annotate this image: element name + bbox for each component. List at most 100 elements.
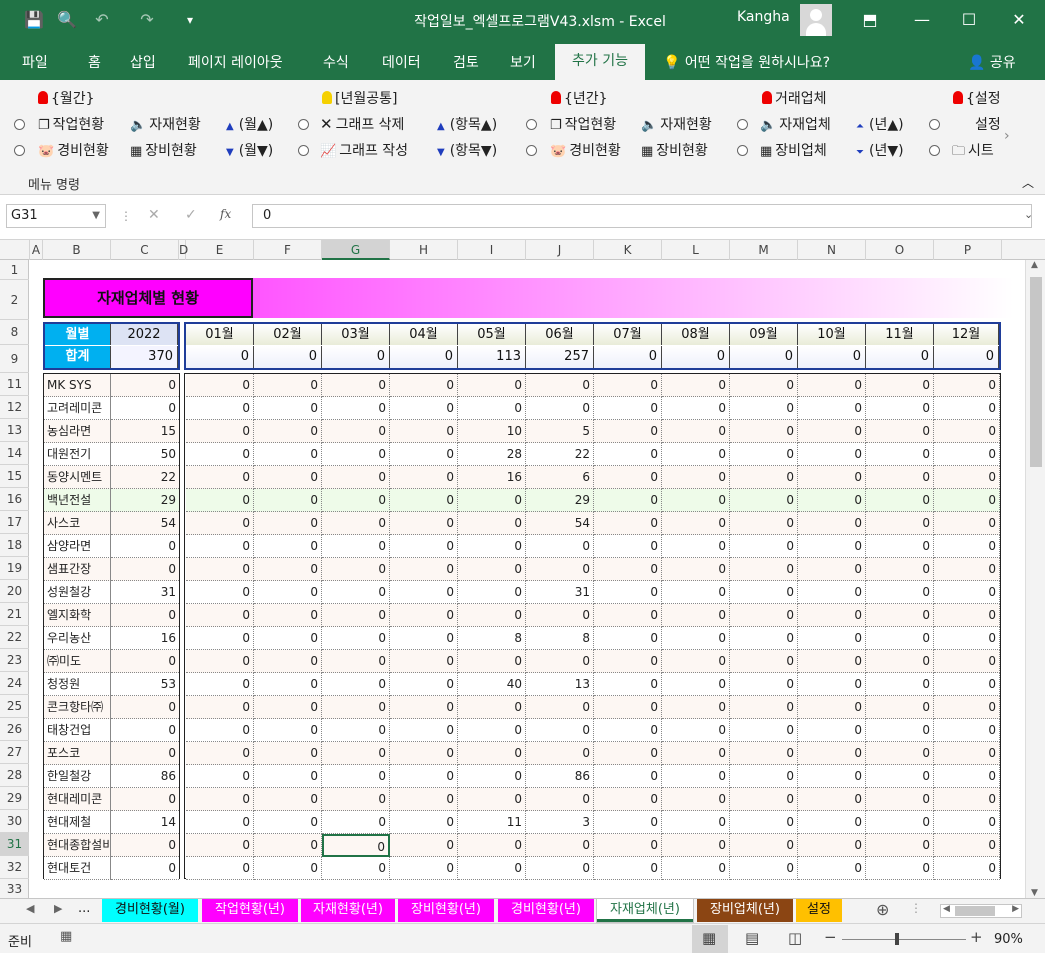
month-value[interactable]: 0 — [594, 466, 662, 489]
month-value[interactable]: 0 — [254, 512, 322, 535]
month-value[interactable]: 0 — [322, 719, 390, 742]
month-value[interactable]: 0 — [730, 742, 798, 765]
month-value[interactable]: 0 — [798, 535, 866, 558]
month-value[interactable]: 0 — [730, 397, 798, 420]
month-value[interactable]: 0 — [390, 627, 458, 650]
month-value[interactable]: 0 — [798, 512, 866, 535]
tab-home[interactable]: 홈 — [88, 52, 101, 72]
month-value[interactable]: 0 — [662, 466, 730, 489]
month-value[interactable]: 0 — [798, 374, 866, 397]
collapse-ribbon-icon[interactable]: ︿ — [1022, 174, 1034, 191]
minimize-icon[interactable]: — — [908, 6, 936, 34]
month-value[interactable]: 0 — [322, 535, 390, 558]
tell-me-search[interactable]: 💡 어떤 작업을 원하시나요? — [663, 52, 830, 72]
month-value[interactable]: 0 — [730, 788, 798, 811]
month-value[interactable]: 0 — [934, 742, 1000, 765]
material-vendors-button[interactable]: 🔈 자재업체 — [760, 114, 831, 134]
month-value[interactable]: 0 — [662, 765, 730, 788]
radio-option[interactable] — [298, 145, 309, 156]
column-header-i[interactable]: I — [458, 240, 526, 260]
month-value[interactable]: 0 — [730, 535, 798, 558]
select-all-corner[interactable] — [0, 240, 30, 260]
month-value[interactable]: 0 — [594, 489, 662, 512]
month-value[interactable]: 0 — [798, 627, 866, 650]
sheet-tab[interactable]: 자재현황(년) — [301, 899, 395, 922]
month-value[interactable]: 0 — [662, 627, 730, 650]
scrollbar-thumb[interactable] — [1030, 277, 1042, 467]
close-icon[interactable]: ✕ — [1005, 6, 1033, 34]
equipment-status-yearly-button[interactable]: ▦ 장비현황 — [641, 140, 708, 160]
row-header-30[interactable]: 30 — [0, 810, 29, 833]
month-value[interactable]: 0 — [662, 420, 730, 443]
ribbon-scroll-right-icon[interactable]: › — [1004, 128, 1010, 144]
month-value[interactable]: 0 — [662, 788, 730, 811]
month-value[interactable]: 0 — [730, 604, 798, 627]
tab-data[interactable]: 데이터 — [382, 52, 421, 72]
month-value[interactable]: 0 — [730, 811, 798, 834]
chevron-down-icon[interactable]: ▼ — [92, 205, 100, 227]
sheet-tab[interactable]: 경비현황(년) — [498, 899, 594, 922]
scroll-tabs-left-icon[interactable]: ◀ — [26, 902, 34, 915]
radio-option[interactable] — [526, 145, 537, 156]
row-header-14[interactable]: 14 — [0, 442, 29, 465]
month-value[interactable]: 0 — [186, 558, 254, 581]
expense-status-yearly-button[interactable]: 🐷 경비현황 — [550, 140, 621, 160]
expand-formula-icon[interactable]: ⌄ — [1024, 208, 1033, 221]
month-value[interactable]: 0 — [662, 581, 730, 604]
month-value[interactable]: 0 — [594, 512, 662, 535]
equipment-status-monthly-button[interactable]: ▦ 장비현황 — [130, 140, 197, 160]
month-value[interactable]: 0 — [390, 811, 458, 834]
month-value[interactable]: 0 — [390, 742, 458, 765]
month-value[interactable]: 0 — [798, 650, 866, 673]
cancel-icon[interactable]: ✕ — [148, 207, 160, 223]
month-value[interactable]: 0 — [458, 742, 526, 765]
month-value[interactable]: 0 — [322, 397, 390, 420]
month-value[interactable]: 0 — [866, 834, 934, 857]
month-value[interactable]: 0 — [254, 581, 322, 604]
month-value[interactable]: 0 — [662, 397, 730, 420]
row-header-17[interactable]: 17 — [0, 511, 29, 534]
month-value[interactable]: 0 — [390, 535, 458, 558]
month-value[interactable]: 0 — [254, 742, 322, 765]
year-down-button[interactable]: ⏷ (년▼) — [856, 140, 904, 160]
month-value[interactable]: 0 — [934, 374, 1000, 397]
month-value[interactable]: 0 — [390, 420, 458, 443]
month-value[interactable]: 0 — [798, 742, 866, 765]
month-value[interactable]: 0 — [798, 443, 866, 466]
month-value[interactable]: 0 — [458, 581, 526, 604]
month-value[interactable]: 0 — [390, 466, 458, 489]
month-value[interactable]: 0 — [594, 673, 662, 696]
month-value[interactable]: 0 — [730, 443, 798, 466]
month-value[interactable]: 0 — [798, 811, 866, 834]
month-value[interactable]: 0 — [254, 857, 322, 880]
radio-option[interactable] — [737, 145, 748, 156]
month-value[interactable]: 0 — [390, 857, 458, 880]
month-value[interactable]: 0 — [866, 581, 934, 604]
month-value[interactable]: 0 — [186, 489, 254, 512]
radio-option[interactable] — [14, 119, 25, 130]
month-value[interactable]: 0 — [730, 719, 798, 742]
month-value[interactable]: 0 — [254, 811, 322, 834]
normal-view-icon[interactable]: ▦ — [702, 929, 716, 947]
sheet-tab[interactable]: 설정 — [796, 899, 842, 922]
hscroll-right-icon[interactable]: ▶ — [1012, 904, 1019, 914]
month-value[interactable]: 0 — [458, 535, 526, 558]
column-header-m[interactable]: M — [730, 240, 798, 260]
row-header-20[interactable]: 20 — [0, 580, 29, 603]
tab-view[interactable]: 보기 — [510, 52, 536, 72]
print-preview-icon[interactable]: 🔍 — [55, 8, 79, 32]
row-header-13[interactable]: 13 — [0, 419, 29, 442]
month-value[interactable]: 0 — [730, 765, 798, 788]
month-value[interactable]: 0 — [662, 374, 730, 397]
row-header-1[interactable]: 1 — [0, 260, 29, 280]
month-value[interactable]: 0 — [186, 397, 254, 420]
month-value[interactable]: 0 — [594, 558, 662, 581]
month-value[interactable]: 0 — [934, 857, 1000, 880]
month-value[interactable]: 0 — [934, 650, 1000, 673]
month-value[interactable]: 0 — [798, 420, 866, 443]
month-value[interactable]: 0 — [322, 466, 390, 489]
month-down-button[interactable]: ▼ (월▼) — [226, 140, 273, 160]
month-value[interactable]: 0 — [390, 489, 458, 512]
month-value[interactable]: 0 — [254, 696, 322, 719]
column-header-f[interactable]: F — [254, 240, 322, 260]
